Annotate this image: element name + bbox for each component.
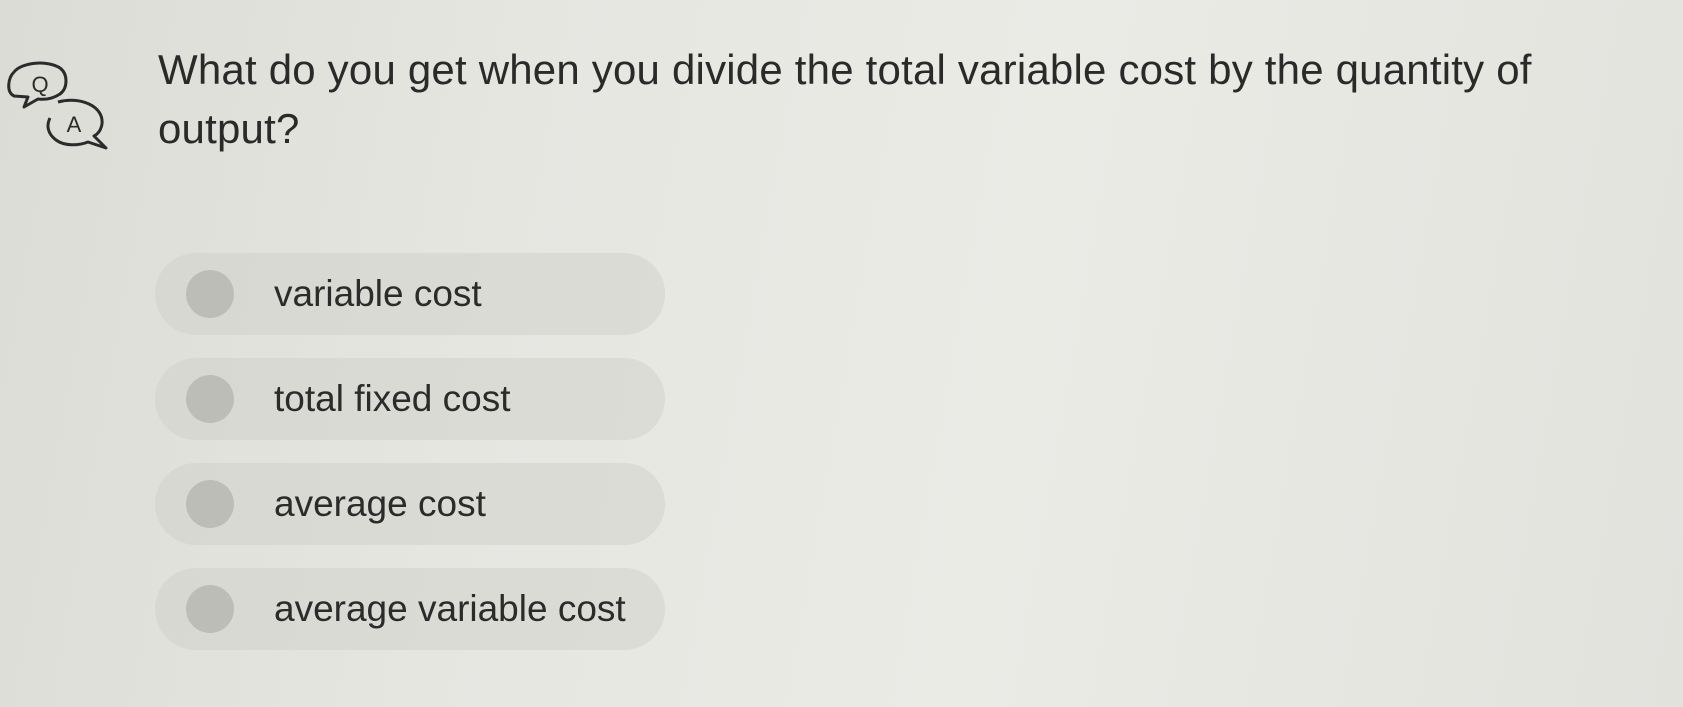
option-label: total fixed cost <box>274 378 511 419</box>
radio-button[interactable] <box>186 270 234 318</box>
option-variable-cost[interactable]: variable cost <box>155 253 665 335</box>
option-average-cost[interactable]: average cost <box>155 463 665 545</box>
a-letter: A <box>67 112 82 137</box>
option-total-fixed-cost[interactable]: total fixed cost <box>155 358 665 440</box>
option-average-variable-cost[interactable]: average variable cost <box>155 568 665 650</box>
option-label: average cost <box>274 483 486 524</box>
question-text: What do you get when you divide the tota… <box>158 46 1532 152</box>
option-label: variable cost <box>274 273 482 314</box>
radio-button[interactable] <box>186 480 234 528</box>
q-letter: Q <box>31 72 48 97</box>
option-label: average variable cost <box>274 588 626 629</box>
radio-button[interactable] <box>186 585 234 633</box>
answer-options: variable cost total fixed cost average c… <box>155 253 665 673</box>
radio-button[interactable] <box>186 375 234 423</box>
question-answer-bubbles-icon: Q A <box>7 61 108 150</box>
